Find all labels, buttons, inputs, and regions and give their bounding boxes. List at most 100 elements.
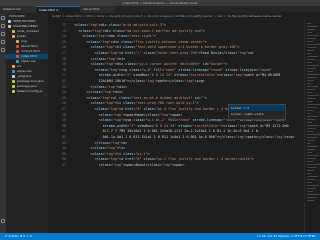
code-text: <class="tag">svg class="w-6" fill="none"… <box>70 67 273 72</box>
minimap-line <box>307 197 317 198</box>
minimap-line <box>307 50 314 51</box>
line-number: 35 <box>61 151 66 156</box>
code-line: 35 <class="tag">li class="py-1"> <box>48 152 320 157</box>
sidebar-item-label: package-lock.json <box>17 79 44 83</box>
line-number: 36 <box>61 157 66 162</box>
file-icon <box>16 49 19 53</box>
minimap-line <box>307 179 315 180</box>
code-editor[interactable]: 12 <class="tag">div class="grid md:grid-… <box>48 19 320 233</box>
code-text: <class="tag">span>Home</class="tag">span… <box>70 112 183 117</box>
status-left[interactable]: ⎇ master ⊗ 0 ⚠ 0 <box>4 233 32 240</box>
line-number: 37 <box>61 163 66 167</box>
debug-icon[interactable] <box>1 40 5 44</box>
line-number: 15 <box>61 39 66 44</box>
sidebar-item-label: TAILWIND-DEMO <box>13 24 38 28</box>
minimap-line <box>307 149 315 150</box>
sidebar-item-label: styles.css <box>21 59 36 63</box>
tab-about-html[interactable]: about.html <box>80 6 114 13</box>
code-text: <class="tag">h1 class="font-bold upperca… <box>70 45 240 50</box>
code-line: 31 0l7-7 7 7M5 10v10a1 1 0 001 1h3m10-11… <box>48 129 320 134</box>
minimap-line <box>307 47 317 48</box>
minimap[interactable] <box>304 19 320 233</box>
code-line: 14 <class="tag">nav class="text-right"> <box>48 34 320 39</box>
tab-index-html[interactable]: index.html × <box>36 6 80 13</box>
minimap-line <box>307 194 320 195</box>
minimap-line <box>307 26 318 27</box>
file-icon <box>8 24 11 28</box>
file-icon <box>12 84 15 88</box>
code-text: 001-1v-4a1 1 0 011-1h2a1 1 0 011 1v4a1 1… <box>70 135 295 139</box>
line-number: 31 <box>61 129 66 134</box>
minimap-line <box>307 104 320 105</box>
minimap-line <box>307 74 320 75</box>
extensions-icon[interactable] <box>1 48 5 52</box>
minimap-line <box>307 71 313 72</box>
code-text: <class="tag">li class="text-gray-700 fon… <box>70 101 199 106</box>
code-text: stroke-width="2" viewBox="0 0 24 24" str… <box>102 123 289 128</box>
sidebar-item-label: index.html <box>21 54 37 58</box>
source-control-icon[interactable] <box>1 32 5 36</box>
minimap-line <box>307 41 313 42</box>
minimap-line <box>307 113 311 114</box>
suggest-item[interactable]: border-right-width <box>229 111 285 117</box>
code-text: <class="tag">nav class="text-right"> <box>70 34 156 39</box>
line-number: 24 <box>61 90 66 95</box>
sidebar-item-label: src <box>17 64 22 68</box>
sidebar-item-label: img <box>21 39 27 43</box>
file-icon <box>12 79 15 83</box>
code-text: stroke-width="2" viewBox="0 0 24 24" str… <box>98 73 281 78</box>
minimap-line <box>307 86 318 87</box>
search-icon[interactable] <box>1 24 5 28</box>
code-text: </class="tag">h1> <box>70 56 126 61</box>
minimap-line <box>307 176 318 177</box>
gear-icon[interactable] <box>1 219 5 223</box>
line-number: 21 <box>61 73 66 78</box>
explorer-icon[interactable] <box>1 16 5 20</box>
suggest-widget: border-r-4 border-right-width <box>228 104 286 120</box>
code-line: 37 <class="tag">span>About</class="tag">… <box>48 163 320 168</box>
line-number: 26 <box>61 101 66 106</box>
sidebar-item-label: package.json <box>17 84 37 88</box>
minimap-line <box>307 134 320 135</box>
file-icon <box>8 19 11 23</box>
sidebar-item[interactable]: tailwind.config.js <box>6 89 48 94</box>
line-number: 25 <box>61 95 66 100</box>
line-number: 19 <box>61 62 66 67</box>
status-right[interactable]: Ln 25, Col 43 Spaces: 2 UTF-8 LF HTML <box>257 233 316 240</box>
code-line: 19 <class="tag">div class="px-4 cursor-p… <box>48 62 320 67</box>
line-number: 13 <box>61 28 66 33</box>
code-line: 32 001-1v-4a1 1 0 011-1h2a1 1 0 011 1v4a… <box>48 135 320 140</box>
code-text: <class="tag">li class="py-1"> <box>70 151 150 156</box>
minimap-line <box>307 158 316 159</box>
file-icon <box>12 74 15 78</box>
code-line: 17 <class="tag">a href="/" class="hover:… <box>48 51 320 56</box>
file-icon <box>12 29 15 33</box>
minimap-line <box>307 155 319 156</box>
minimap-line <box>307 110 314 111</box>
file-icon <box>16 59 19 63</box>
minimap-line <box>307 128 316 129</box>
code-text: </class="tag">a> <box>70 140 128 145</box>
status-bar: ⎇ master ⊗ 0 ⚠ 0 Ln 25, Col 43 Spaces: 2… <box>0 233 320 240</box>
code-line: 20 <class="tag">svg class="w-6" fill="no… <box>48 68 320 73</box>
line-number: 17 <box>61 51 66 55</box>
minimap-line <box>307 122 312 123</box>
code-line: 25 <class="tag">ul class="text-sm mt-6 h… <box>48 96 320 101</box>
line-number: 16 <box>61 45 66 50</box>
minimap-line <box>307 101 313 102</box>
minimap-line <box>307 65 319 66</box>
minimap-line <box>307 188 316 189</box>
line-number: 30 <box>61 123 66 128</box>
code-line: 36 <class="tag">a href="#" class="px-4 f… <box>48 157 320 162</box>
minimap-line <box>307 185 319 186</box>
line-number: 18 <box>61 56 66 61</box>
explorer-sidebar: EXPLORER OPEN EDITORS TAILWIND-DEMO node_m… <box>6 13 48 233</box>
minimap-line <box>307 44 320 45</box>
sidebar-item-label: contact.html <box>21 49 41 53</box>
tab-tailwind-css[interactable]: tailwind.css <box>0 6 36 13</box>
minimap-line <box>307 119 315 120</box>
minimap-line <box>307 35 319 36</box>
minimap-line <box>307 38 316 39</box>
minimap-line <box>307 143 311 144</box>
code-line: 23 </class="tag">div> <box>48 85 320 90</box>
